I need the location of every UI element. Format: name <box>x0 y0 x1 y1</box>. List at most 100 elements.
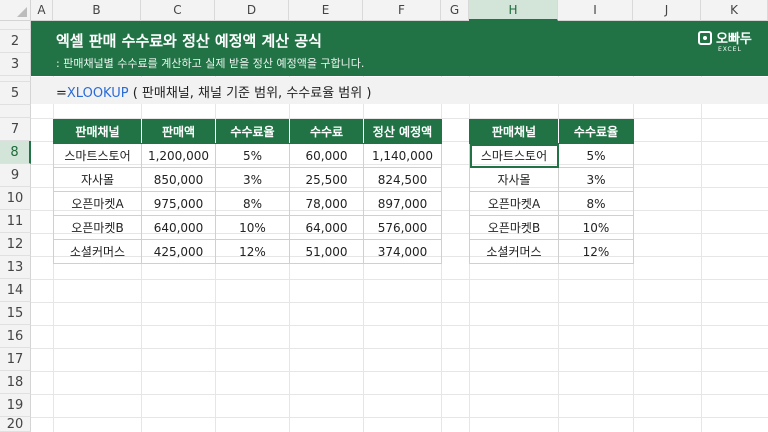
logo-name: 오빠두 <box>716 32 752 47</box>
row-header-9[interactable]: 9 <box>0 164 31 187</box>
table-row: 스마트스토어 5% <box>469 143 634 168</box>
cell[interactable]: 824,500 <box>363 167 442 192</box>
row-header-16[interactable]: 16 <box>0 325 31 348</box>
row-header-18[interactable]: 18 <box>0 371 31 394</box>
cell[interactable]: 425,000 <box>141 239 216 264</box>
cell[interactable]: 8% <box>558 191 634 216</box>
table-row: 자사몰 850,000 3% 25,500 824,500 <box>53 167 442 192</box>
row-header-6[interactable] <box>0 105 31 118</box>
cell[interactable]: 850,000 <box>141 167 216 192</box>
row-header-15[interactable]: 15 <box>0 302 31 325</box>
cell[interactable]: 자사몰 <box>53 167 142 192</box>
cell[interactable]: 오픈마켓B <box>469 215 559 240</box>
row-header-8[interactable]: 8 <box>0 141 31 164</box>
row-header-12[interactable]: 12 <box>0 233 31 256</box>
column-header-C[interactable]: C <box>141 0 215 21</box>
gridline <box>31 394 768 395</box>
header-channel[interactable]: 판매채널 <box>53 119 142 144</box>
formula-text: =XLOOKUP ( 판매채널, 채널 기준 범위, 수수료율 범위 ) <box>56 82 371 101</box>
row-header-14[interactable]: 14 <box>0 279 31 302</box>
column-header-H[interactable]: H <box>469 0 558 21</box>
row-header-20[interactable]: 20 <box>0 417 31 432</box>
table-row: 오픈마켓A 8% <box>469 191 634 216</box>
cell[interactable]: 12% <box>215 239 290 264</box>
table-row: 스마트스토어 1,200,000 5% 60,000 1,140,000 <box>53 143 442 168</box>
cell[interactable]: 10% <box>215 215 290 240</box>
cell[interactable]: 오픈마켓A <box>469 191 559 216</box>
cell[interactable]: 3% <box>215 167 290 192</box>
cell[interactable]: 60,000 <box>289 143 364 168</box>
cell[interactable]: 3% <box>558 167 634 192</box>
row-header-3[interactable]: 3 <box>0 53 31 76</box>
selected-cell[interactable]: 스마트스토어 <box>469 143 559 168</box>
header-rate[interactable]: 수수료율 <box>215 119 290 144</box>
formula-prefix: = <box>56 86 67 101</box>
column-header-K[interactable]: K <box>701 0 768 21</box>
cell[interactable]: 576,000 <box>363 215 442 240</box>
row-header-7[interactable]: 7 <box>0 118 31 141</box>
cell[interactable]: 5% <box>558 143 634 168</box>
cell[interactable]: 8% <box>215 191 290 216</box>
table-header-row: 판매채널 판매액 수수료율 수수료 정산 예정액 <box>53 119 442 144</box>
row-header-10[interactable]: 10 <box>0 187 31 210</box>
logo-subtext: EXCEL <box>718 46 742 53</box>
table-header-row: 판매채널 수수료율 <box>469 119 634 144</box>
row-header-5[interactable]: 5 <box>0 82 31 105</box>
table-row: 소셜커머스 425,000 12% 51,000 374,000 <box>53 239 442 264</box>
cell[interactable]: 374,000 <box>363 239 442 264</box>
row-header-2[interactable]: 2 <box>0 30 31 53</box>
column-header-A[interactable]: A <box>31 0 53 21</box>
header-fee[interactable]: 수수료 <box>289 119 364 144</box>
select-all-corner[interactable] <box>0 0 31 21</box>
column-header-B[interactable]: B <box>53 0 141 21</box>
gridline <box>31 279 768 280</box>
header-rate[interactable]: 수수료율 <box>558 119 634 144</box>
sales-table: 판매채널 판매액 수수료율 수수료 정산 예정액 스마트스토어 1,200,00… <box>53 119 442 264</box>
cell[interactable]: 640,000 <box>141 215 216 240</box>
cell[interactable]: 1,200,000 <box>141 143 216 168</box>
formula-args: ( 판매채널, 채널 기준 범위, 수수료율 범위 ) <box>128 86 372 101</box>
table-row: 오픈마켓A 975,000 8% 78,000 897,000 <box>53 191 442 216</box>
cell[interactable]: 5% <box>215 143 290 168</box>
cell[interactable]: 25,500 <box>289 167 364 192</box>
brand-logo: 오빠두 EXCEL <box>698 28 760 68</box>
row-header-1[interactable] <box>0 21 31 30</box>
cell[interactable]: 소셜커머스 <box>469 239 559 264</box>
cell[interactable]: 오픈마켓B <box>53 215 142 240</box>
cell[interactable]: 12% <box>558 239 634 264</box>
table-row: 오픈마켓B 640,000 10% 64,000 576,000 <box>53 215 442 240</box>
cell[interactable]: 자사몰 <box>469 167 559 192</box>
cell[interactable]: 1,140,000 <box>363 143 442 168</box>
cell[interactable]: 10% <box>558 215 634 240</box>
gridline <box>31 417 768 418</box>
row-header-17[interactable]: 17 <box>0 348 31 371</box>
cell[interactable]: 스마트스토어 <box>53 143 142 168</box>
header-channel[interactable]: 판매채널 <box>469 119 559 144</box>
cell[interactable]: 소셜커머스 <box>53 239 142 264</box>
table-row: 자사몰 3% <box>469 167 634 192</box>
formula-function: XLOOKUP <box>66 86 129 101</box>
cell[interactable]: 51,000 <box>289 239 364 264</box>
column-header-G[interactable]: G <box>441 0 469 21</box>
column-header-E[interactable]: E <box>289 0 363 21</box>
column-header-I[interactable]: I <box>558 0 633 21</box>
cell[interactable]: 오픈마켓A <box>53 191 142 216</box>
table-row: 오픈마켓B 10% <box>469 215 634 240</box>
cell[interactable]: 975,000 <box>141 191 216 216</box>
row-header-13[interactable]: 13 <box>0 256 31 279</box>
gridline <box>31 348 768 349</box>
cell[interactable]: 897,000 <box>363 191 442 216</box>
header-settlement[interactable]: 정산 예정액 <box>363 119 442 144</box>
header-sales[interactable]: 판매액 <box>141 119 216 144</box>
page-title: 엑셀 판매 수수료와 정산 예정액 계산 공식 <box>56 32 322 50</box>
row-header-11[interactable]: 11 <box>0 210 31 233</box>
gridline <box>31 302 768 303</box>
cell[interactable]: 78,000 <box>289 191 364 216</box>
column-header-J[interactable]: J <box>633 0 701 21</box>
gridline <box>31 371 768 372</box>
cell[interactable]: 64,000 <box>289 215 364 240</box>
column-header-D[interactable]: D <box>215 0 289 21</box>
row-header-19[interactable]: 19 <box>0 394 31 417</box>
column-header-F[interactable]: F <box>363 0 441 21</box>
gridline <box>31 325 768 326</box>
